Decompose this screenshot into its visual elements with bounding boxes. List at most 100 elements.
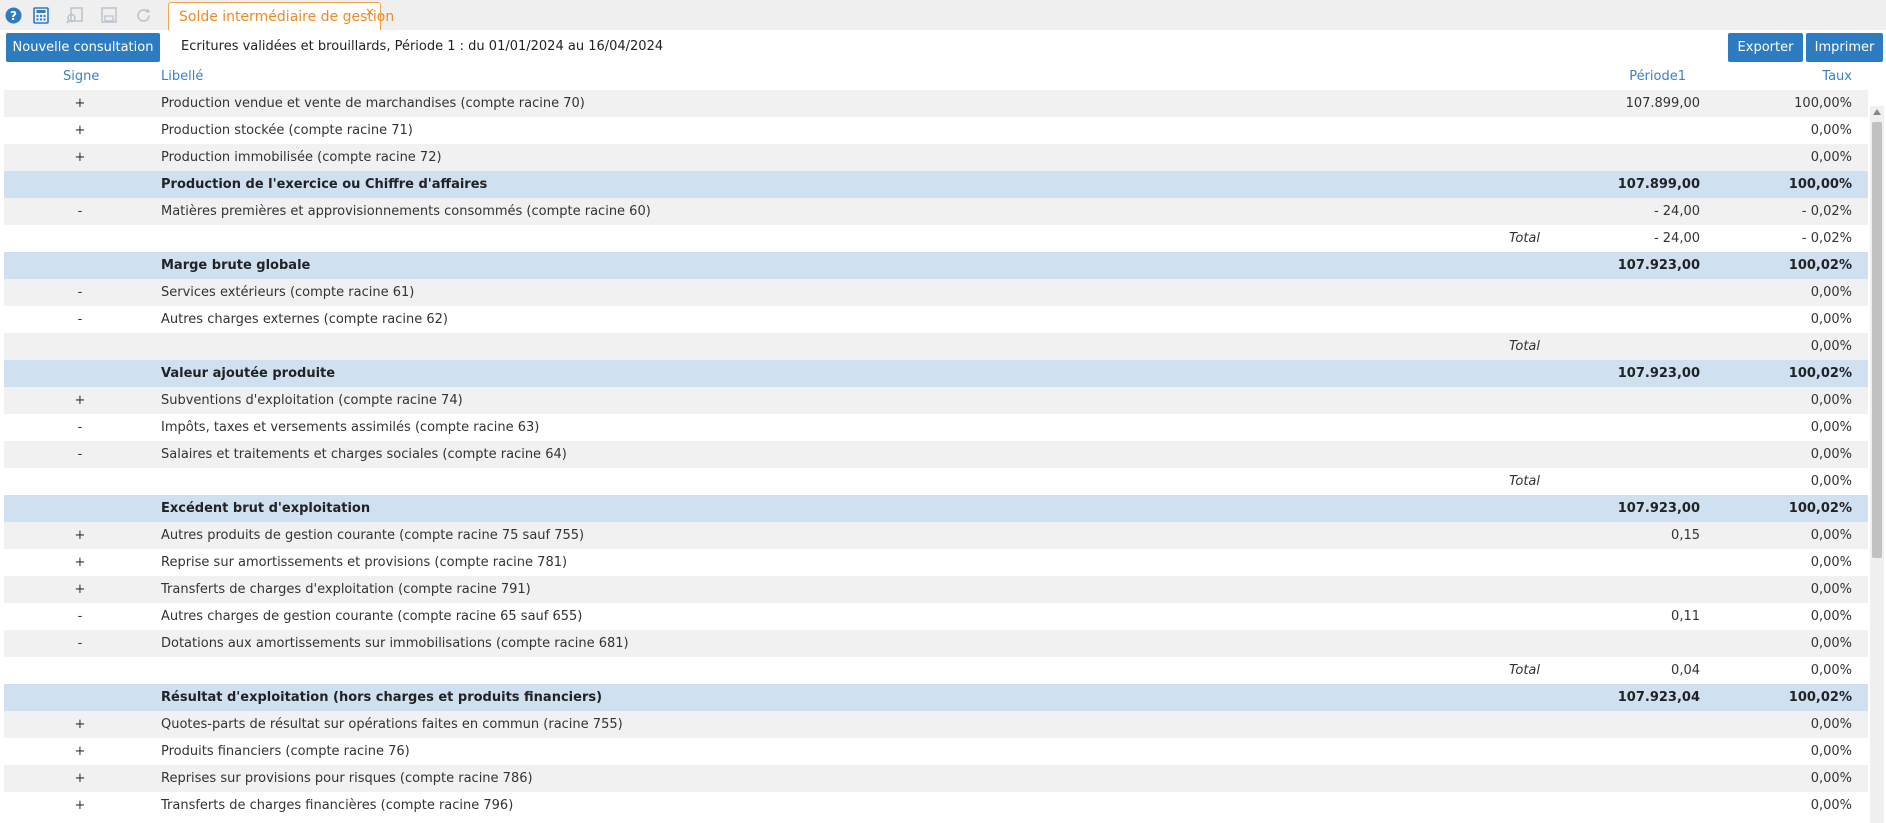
- row-period-value: - 24,00: [1653, 204, 1700, 219]
- row-period-value: 107.899,00: [1617, 177, 1700, 192]
- table-row[interactable]: + Production immobilisée (compte racine 7…: [4, 144, 1868, 171]
- row-label: Matières premières et approvisionnements…: [161, 204, 651, 219]
- row-rate: - 0,02%: [1801, 204, 1852, 219]
- row-rate: 0,00%: [1810, 447, 1852, 462]
- vertical-scrollbar[interactable]: [1870, 106, 1884, 823]
- row-period-value: 107.923,00: [1617, 366, 1700, 381]
- row-rate: 0,00%: [1810, 285, 1852, 300]
- table-row[interactable]: + Autres produits de gestion courante (co…: [4, 522, 1868, 549]
- row-rate: 0,00%: [1810, 123, 1852, 138]
- table-row[interactable]: + Production vendue et vente de marchandi…: [4, 90, 1868, 117]
- row-sign: +: [74, 582, 86, 597]
- row-rate: 0,00%: [1810, 555, 1852, 570]
- row-label: Total: [1509, 663, 1540, 678]
- row-label: Reprise sur amortissements et provisions…: [161, 555, 568, 570]
- row-rate: 0,00%: [1810, 771, 1852, 786]
- table-row[interactable]: + Produits financiers (compte racine 76) 0…: [4, 738, 1868, 765]
- table-row[interactable]: - Dotations aux amortissements sur immobi…: [4, 630, 1868, 657]
- row-rate: 0,00%: [1810, 420, 1852, 435]
- tab-label: Solde intermédiaire de gestion: [179, 9, 395, 25]
- row-label: Marge brute globale: [161, 258, 311, 273]
- table-row[interactable]: - Impôts, taxes et versements assimilés (…: [4, 414, 1868, 441]
- total-row[interactable]: Total 0,04 0,00%: [4, 657, 1868, 684]
- total-row[interactable]: Total 0,00%: [4, 468, 1868, 495]
- table-body: + Production vendue et vente de marchandi…: [4, 90, 1868, 819]
- scroll-up-arrow-icon[interactable]: [1870, 106, 1884, 118]
- subtotal-row[interactable]: Résultat d'exploitation (hors charges et…: [4, 684, 1868, 711]
- row-period-value: 107.899,00: [1625, 96, 1700, 111]
- save-icon[interactable]: [99, 5, 119, 25]
- row-label: Dotations aux amortissements sur immobil…: [161, 636, 629, 651]
- sig-table: Signe Libellé Période1 Taux + Production …: [4, 64, 1868, 819]
- column-header-label[interactable]: Libellé: [161, 69, 203, 84]
- close-tab-icon[interactable]: ×: [365, 5, 375, 19]
- row-sign: -: [77, 636, 83, 651]
- table-row[interactable]: - Autres charges externes (compte racine …: [4, 306, 1868, 333]
- row-label: Excédent brut d'exploitation: [161, 501, 371, 516]
- print-button[interactable]: Imprimer: [1806, 33, 1883, 62]
- table-row[interactable]: + Reprises sur provisions pour risques (c…: [4, 765, 1868, 792]
- row-label: Total: [1509, 231, 1540, 246]
- subtotal-row[interactable]: Excédent brut d'exploitation 107.923,00 10…: [4, 495, 1868, 522]
- row-label: Impôts, taxes et versements assimilés (c…: [161, 420, 540, 435]
- table-row[interactable]: + Transferts de charges financières (comp…: [4, 792, 1868, 819]
- row-label: Autres charges externes (compte racine 6…: [161, 312, 449, 327]
- calculator-icon[interactable]: [31, 5, 51, 25]
- search-doc-icon[interactable]: [64, 5, 84, 25]
- table-header: Signe Libellé Période1 Taux: [4, 64, 1868, 90]
- table-row[interactable]: - Salaires et traitements et charges soci…: [4, 441, 1868, 468]
- scrollbar-thumb[interactable]: [1872, 122, 1882, 558]
- refresh-icon[interactable]: [133, 5, 153, 25]
- row-sign: +: [74, 528, 86, 543]
- column-header-period[interactable]: Période1: [1629, 69, 1686, 84]
- row-rate: 100,02%: [1788, 690, 1852, 705]
- table-row[interactable]: + Subventions d'exploitation (compte raci…: [4, 387, 1868, 414]
- row-period-value: 107.923,04: [1617, 690, 1700, 705]
- content-panel: Nouvelle consultation Ecritures validées…: [0, 30, 1886, 823]
- column-header-rate[interactable]: Taux: [1822, 69, 1852, 84]
- row-sign: -: [77, 609, 83, 624]
- table-row[interactable]: + Transferts de charges d'exploitation (c…: [4, 576, 1868, 603]
- table-row[interactable]: + Reprise sur amortissements et provision…: [4, 549, 1868, 576]
- row-rate: - 0,02%: [1801, 231, 1852, 246]
- column-header-sign[interactable]: Signe: [63, 69, 99, 84]
- table-row[interactable]: + Quotes-parts de résultat sur opérations…: [4, 711, 1868, 738]
- table-row[interactable]: + Production stockée (compte racine 71) 0,…: [4, 117, 1868, 144]
- subtotal-row[interactable]: Marge brute globale 107.923,00 100,02%: [4, 252, 1868, 279]
- tab-solde-intermediaire[interactable]: Solde intermédiaire de gestion ×: [168, 2, 394, 30]
- table-row[interactable]: - Services extérieurs (compte racine 61) 0…: [4, 279, 1868, 306]
- row-label: Total: [1509, 339, 1540, 354]
- row-sign: +: [74, 771, 86, 786]
- row-rate: 100,02%: [1788, 258, 1852, 273]
- help-icon[interactable]: ?: [3, 5, 23, 25]
- row-rate: 0,00%: [1810, 609, 1852, 624]
- row-sign: +: [74, 555, 86, 570]
- row-period-value: - 24,00: [1653, 231, 1700, 246]
- total-row[interactable]: Total 0,00%: [4, 333, 1868, 360]
- subtotal-row[interactable]: Valeur ajoutée produite 107.923,00 100,02%: [4, 360, 1868, 387]
- row-label: Transferts de charges d'exploitation (co…: [161, 582, 531, 597]
- row-sign: -: [77, 420, 83, 435]
- row-rate: 100,00%: [1788, 177, 1852, 192]
- row-period-value: 107.923,00: [1617, 258, 1700, 273]
- row-rate: 100,02%: [1788, 366, 1852, 381]
- row-rate: 0,00%: [1810, 528, 1852, 543]
- new-consultation-button[interactable]: Nouvelle consultation: [6, 33, 160, 62]
- row-rate: 0,00%: [1810, 582, 1852, 597]
- subtotal-row[interactable]: Production de l'exercice ou Chiffre d'af…: [4, 171, 1868, 198]
- row-label: Autres charges de gestion courante (comp…: [161, 609, 583, 624]
- table-row[interactable]: - Autres charges de gestion courante (com…: [4, 603, 1868, 630]
- row-sign: +: [74, 150, 86, 165]
- row-rate: 0,00%: [1810, 150, 1852, 165]
- row-sign: +: [74, 744, 86, 759]
- total-row[interactable]: Total - 24,00 - 0,02%: [4, 225, 1868, 252]
- export-button[interactable]: Exporter: [1728, 33, 1803, 62]
- row-label: Reprises sur provisions pour risques (co…: [161, 771, 533, 786]
- row-label: Valeur ajoutée produite: [161, 366, 336, 381]
- row-rate: 100,00%: [1794, 96, 1852, 111]
- svg-text:?: ?: [10, 9, 17, 23]
- row-label: Total: [1509, 474, 1540, 489]
- row-sign: +: [74, 717, 86, 732]
- table-row[interactable]: - Matières premières et approvisionnement…: [4, 198, 1868, 225]
- row-label: Quotes-parts de résultat sur opérations …: [161, 717, 623, 732]
